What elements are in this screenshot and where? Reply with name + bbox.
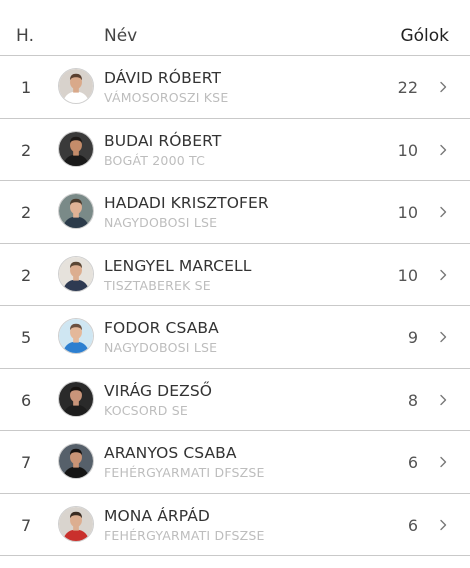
player-photo-icon: [58, 130, 94, 167]
player-name: ARANYOS CSABA: [104, 444, 237, 462]
avatar-illustration: [59, 131, 93, 166]
player-goals: 6: [407, 453, 418, 472]
player-club: BOGÁT 2000 TC: [104, 152, 206, 168]
player-photo-icon: [58, 380, 94, 417]
table-row[interactable]: 5 FODOR CSABA NAGYDOBOSI LSE 9: [0, 306, 470, 369]
table-body: 1 DÁVID RÓBERT VÁMOSOROSZI KSE 22 2 BUDA…: [0, 56, 470, 556]
player-goals: 10: [397, 203, 418, 222]
player-club: FEHÉRGYARMATI DFSZSE: [104, 465, 265, 480]
player-rank: 5: [21, 328, 32, 347]
player-name: FODOR CSABA: [104, 319, 219, 337]
chevron-right-icon[interactable]: [438, 269, 448, 281]
player-rank: 7: [21, 515, 32, 535]
chevron-right-icon[interactable]: [438, 519, 448, 531]
table-row[interactable]: 7 ARANYOS CSABA FEHÉRGYARMATI DFSZSE 6: [0, 431, 470, 494]
player-name: VIRÁG DEZSŐ: [104, 381, 213, 400]
chevron-right-icon[interactable]: [438, 81, 448, 93]
table-row[interactable]: 1 DÁVID RÓBERT VÁMOSOROSZI KSE 22: [0, 56, 470, 119]
table-row[interactable]: 2 BUDAI RÓBERT BOGÁT 2000 TC 10: [0, 119, 470, 181]
player-name: HADADI KRISZTOFER: [104, 194, 269, 212]
player-rank: 2: [21, 265, 32, 285]
table-header: H. Név Gólok: [0, 0, 470, 56]
player-club: NAGYDOBOSI LSE: [104, 215, 218, 230]
player-photo-icon: [58, 255, 94, 292]
player-club: NAGYDOBOSI LSE: [104, 340, 218, 355]
chevron-right-icon[interactable]: [438, 331, 448, 343]
player-photo-icon: [58, 443, 94, 479]
avatar-illustration: [59, 444, 93, 478]
header-name: Név: [104, 26, 138, 46]
avatar-illustration: [59, 69, 93, 103]
player-photo-icon: [58, 68, 94, 104]
chevron-right-icon[interactable]: [438, 394, 448, 406]
header-goals: Gólok: [400, 26, 449, 46]
chevron-right-icon[interactable]: [438, 456, 448, 468]
player-goals: 10: [397, 140, 418, 160]
player-rank: 2: [21, 140, 32, 160]
player-rank: 1: [21, 78, 32, 97]
chevron-right-icon[interactable]: [438, 206, 448, 218]
player-rank: 2: [21, 203, 32, 222]
player-club: KOCSORD SE: [104, 402, 188, 418]
player-name: DÁVID RÓBERT: [104, 69, 222, 87]
top-scorers-table: H. Név Gólok 1 DÁVID RÓBERT VÁMOSOROSZI …: [0, 0, 470, 556]
avatar-illustration: [59, 194, 93, 228]
table-row[interactable]: 7 MONA ÁRPÁD FEHÉRGYARMATI DFSZSE 6: [0, 494, 470, 556]
chevron-right-icon[interactable]: [438, 144, 448, 156]
player-rank: 7: [21, 453, 32, 472]
player-rank: 6: [21, 390, 32, 410]
table-row[interactable]: 2 HADADI KRISZTOFER NAGYDOBOSI LSE 10: [0, 181, 470, 244]
avatar-illustration: [59, 506, 93, 541]
header-rank: H.: [16, 26, 35, 46]
player-goals: 10: [397, 265, 418, 285]
player-name: MONA ÁRPÁD: [104, 506, 210, 525]
table-row[interactable]: 2 LENGYEL MARCELL TISZTABEREK SE 10: [0, 244, 470, 306]
avatar-illustration: [59, 256, 93, 291]
avatar-illustration: [59, 319, 93, 353]
player-club: TISZTABEREK SE: [104, 277, 211, 293]
player-name: LENGYEL MARCELL: [104, 256, 252, 275]
table-row[interactable]: 6 VIRÁG DEZSŐ KOCSORD SE 8: [0, 369, 470, 431]
player-goals: 8: [407, 390, 418, 410]
player-goals: 9: [407, 328, 418, 347]
player-club: VÁMOSOROSZI KSE: [104, 90, 229, 105]
player-photo-icon: [58, 505, 94, 542]
player-name: BUDAI RÓBERT: [104, 131, 222, 150]
player-photo-icon: [58, 318, 94, 354]
player-goals: 6: [407, 515, 418, 535]
avatar-illustration: [59, 381, 93, 416]
player-photo-icon: [58, 193, 94, 229]
player-club: FEHÉRGYARMATI DFSZSE: [104, 527, 265, 543]
player-goals: 22: [397, 78, 418, 97]
